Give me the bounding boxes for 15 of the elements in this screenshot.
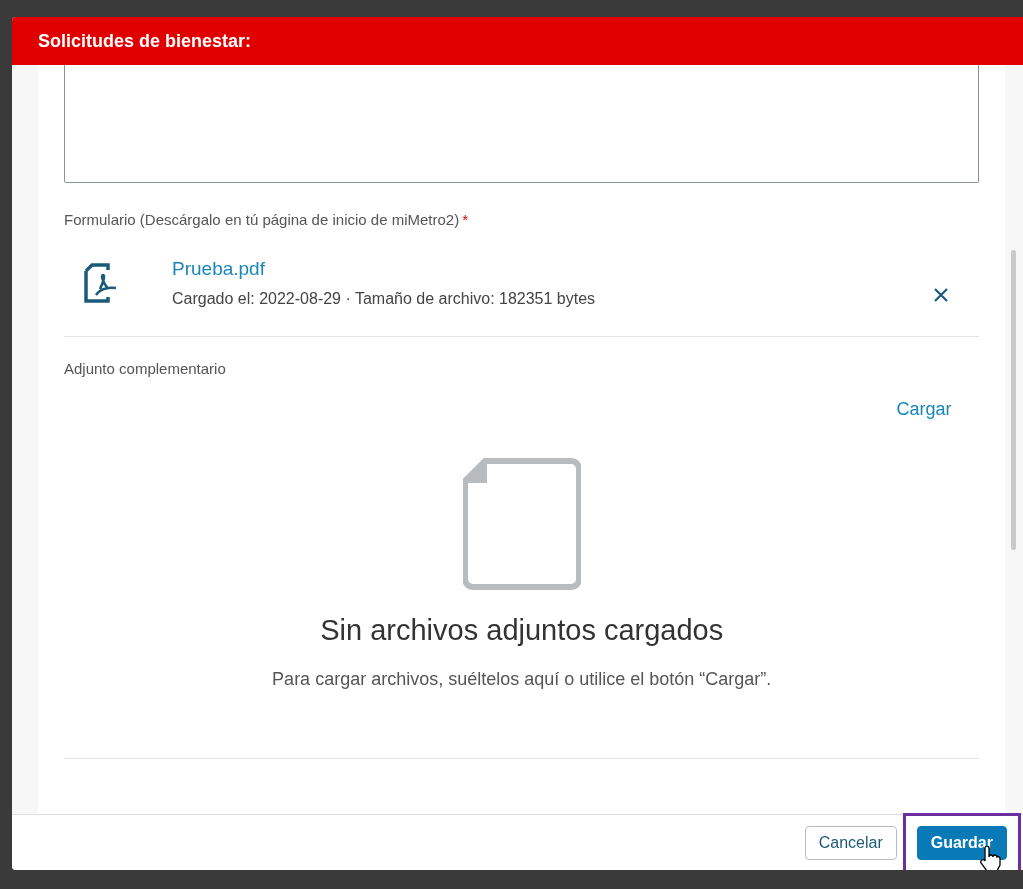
upload-link[interactable]: Cargar	[896, 399, 952, 420]
required-mark: *	[462, 211, 469, 228]
file-details: Cargado el: 2022-08-29 · Tamaño de archivo: 182351 bytes	[172, 290, 597, 308]
text-area[interactable]	[64, 65, 980, 183]
scroll-thumb[interactable]	[1011, 250, 1017, 550]
save-button[interactable]: Guardar	[916, 825, 1007, 860]
field-label: Adjunto complementario	[64, 360, 227, 377]
close-icon[interactable]	[933, 287, 950, 303]
document-icon	[462, 458, 581, 590]
cancel-button[interactable]: Cancelar	[804, 825, 897, 860]
dialog-title: Solicitudes de bienestar:	[38, 30, 252, 52]
empty-state-text: Para cargar archivos, suéltelos aquí o utilice el botón “Cargar”.	[272, 669, 772, 690]
empty-state-title: Sin archivos adjuntos cargados	[320, 614, 724, 647]
field-label: Formulario (Descárgalo en tú página de inicio de miMetro2)	[64, 211, 460, 228]
file-link[interactable]: Prueba.pdf	[172, 258, 934, 280]
